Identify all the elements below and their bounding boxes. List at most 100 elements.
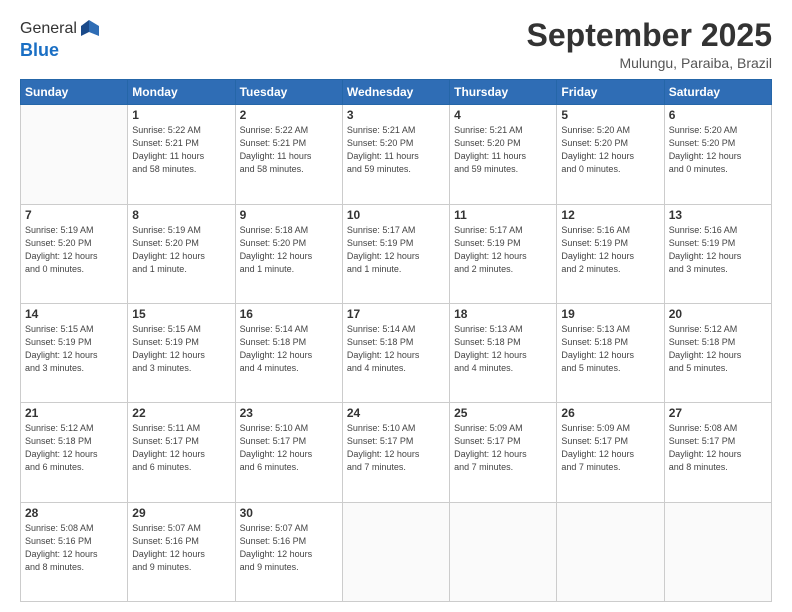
- day-number: 28: [25, 506, 123, 520]
- table-row: 5 Sunrise: 5:20 AM Sunset: 5:20 PM Daylig…: [557, 105, 664, 204]
- table-row: 23Sunrise: 5:10 AM Sunset: 5:17 PM Dayli…: [235, 403, 342, 502]
- logo: General Blue: [20, 18, 101, 61]
- day-number: 11: [454, 208, 552, 222]
- calendar-week-row: 7 Sunrise: 5:19 AM Sunset: 5:20 PM Daylig…: [21, 204, 772, 303]
- day-info: Sunrise: 5:16 AM Sunset: 5:19 PM Dayligh…: [561, 224, 659, 276]
- day-info: Sunrise: 5:07 AM Sunset: 5:16 PM Dayligh…: [132, 522, 230, 574]
- logo-general-text: General: [20, 20, 77, 38]
- day-info: Sunrise: 5:21 AM Sunset: 5:20 PM Dayligh…: [347, 124, 445, 176]
- day-number: 2: [240, 108, 338, 122]
- day-info: Sunrise: 5:19 AM Sunset: 5:20 PM Dayligh…: [132, 224, 230, 276]
- day-number: 7: [25, 208, 123, 222]
- day-info: Sunrise: 5:13 AM Sunset: 5:18 PM Dayligh…: [454, 323, 552, 375]
- col-thursday: Thursday: [450, 80, 557, 105]
- col-friday: Friday: [557, 80, 664, 105]
- day-info: Sunrise: 5:15 AM Sunset: 5:19 PM Dayligh…: [132, 323, 230, 375]
- table-row: 9 Sunrise: 5:18 AM Sunset: 5:20 PM Daylig…: [235, 204, 342, 303]
- calendar-week-row: 14 Sunrise: 5:15 AM Sunset: 5:19 PM Dayli…: [21, 303, 772, 402]
- day-info: Sunrise: 5:20 AM Sunset: 5:20 PM Dayligh…: [561, 124, 659, 176]
- day-info: Sunrise: 5:22 AM Sunset: 5:21 PM Dayligh…: [132, 124, 230, 176]
- day-number: 10: [347, 208, 445, 222]
- day-info: Sunrise: 5:12 AM Sunset: 5:18 PM Dayligh…: [669, 323, 767, 375]
- day-info: Sunrise: 5:07 AM Sunset: 5:16 PM Dayligh…: [240, 522, 338, 574]
- col-saturday: Saturday: [664, 80, 771, 105]
- table-row: [557, 502, 664, 601]
- table-row: 26 Sunrise: 5:09 AM Sunset: 5:17 PM Dayli…: [557, 403, 664, 502]
- day-info: Sunrise: 5:21 AM Sunset: 5:20 PM Dayligh…: [454, 124, 552, 176]
- table-row: 10 Sunrise: 5:17 AM Sunset: 5:19 PM Dayli…: [342, 204, 449, 303]
- day-number: 8: [132, 208, 230, 222]
- day-info: Sunrise: 5:10 AM Sunset: 5:17 PM Dayligh…: [240, 422, 338, 474]
- table-row: 15Sunrise: 5:15 AM Sunset: 5:19 PM Dayli…: [128, 303, 235, 402]
- table-row: 30 Sunrise: 5:07 AM Sunset: 5:16 PM Dayli…: [235, 502, 342, 601]
- col-sunday: Sunday: [21, 80, 128, 105]
- page: General Blue September 2025 Mulungu, Par…: [0, 0, 792, 612]
- table-row: 2 Sunrise: 5:22 AM Sunset: 5:21 PM Daylig…: [235, 105, 342, 204]
- table-row: 11Sunrise: 5:17 AM Sunset: 5:19 PM Dayli…: [450, 204, 557, 303]
- day-number: 3: [347, 108, 445, 122]
- calendar-week-row: 1 Sunrise: 5:22 AM Sunset: 5:21 PM Daylig…: [21, 105, 772, 204]
- day-number: 27: [669, 406, 767, 420]
- table-row: 27 Sunrise: 5:08 AM Sunset: 5:17 PM Dayli…: [664, 403, 771, 502]
- table-row: [450, 502, 557, 601]
- header: General Blue September 2025 Mulungu, Par…: [20, 18, 772, 71]
- day-info: Sunrise: 5:18 AM Sunset: 5:20 PM Dayligh…: [240, 224, 338, 276]
- table-row: 7 Sunrise: 5:19 AM Sunset: 5:20 PM Daylig…: [21, 204, 128, 303]
- table-row: 13Sunrise: 5:16 AM Sunset: 5:19 PM Dayli…: [664, 204, 771, 303]
- day-info: Sunrise: 5:19 AM Sunset: 5:20 PM Dayligh…: [25, 224, 123, 276]
- table-row: 18 Sunrise: 5:13 AM Sunset: 5:18 PM Dayli…: [450, 303, 557, 402]
- col-wednesday: Wednesday: [342, 80, 449, 105]
- day-number: 19: [561, 307, 659, 321]
- day-info: Sunrise: 5:10 AM Sunset: 5:17 PM Dayligh…: [347, 422, 445, 474]
- day-number: 25: [454, 406, 552, 420]
- table-row: [664, 502, 771, 601]
- day-number: 26: [561, 406, 659, 420]
- day-info: Sunrise: 5:17 AM Sunset: 5:19 PM Dayligh…: [347, 224, 445, 276]
- day-number: 29: [132, 506, 230, 520]
- table-row: 16Sunrise: 5:14 AM Sunset: 5:18 PM Dayli…: [235, 303, 342, 402]
- day-number: 22: [132, 406, 230, 420]
- day-info: Sunrise: 5:09 AM Sunset: 5:17 PM Dayligh…: [561, 422, 659, 474]
- day-number: 30: [240, 506, 338, 520]
- day-number: 17: [347, 307, 445, 321]
- day-info: Sunrise: 5:14 AM Sunset: 5:18 PM Dayligh…: [240, 323, 338, 375]
- table-row: 17 Sunrise: 5:14 AM Sunset: 5:18 PM Dayli…: [342, 303, 449, 402]
- day-info: Sunrise: 5:08 AM Sunset: 5:16 PM Dayligh…: [25, 522, 123, 574]
- table-row: 1 Sunrise: 5:22 AM Sunset: 5:21 PM Daylig…: [128, 105, 235, 204]
- table-row: 3 Sunrise: 5:21 AM Sunset: 5:20 PM Daylig…: [342, 105, 449, 204]
- table-row: 24Sunrise: 5:10 AM Sunset: 5:17 PM Dayli…: [342, 403, 449, 502]
- day-info: Sunrise: 5:22 AM Sunset: 5:21 PM Dayligh…: [240, 124, 338, 176]
- table-row: 21Sunrise: 5:12 AM Sunset: 5:18 PM Dayli…: [21, 403, 128, 502]
- day-number: 9: [240, 208, 338, 222]
- day-info: Sunrise: 5:12 AM Sunset: 5:18 PM Dayligh…: [25, 422, 123, 474]
- table-row: 8 Sunrise: 5:19 AM Sunset: 5:20 PM Daylig…: [128, 204, 235, 303]
- day-info: Sunrise: 5:08 AM Sunset: 5:17 PM Dayligh…: [669, 422, 767, 474]
- day-number: 20: [669, 307, 767, 321]
- calendar-table: Sunday Monday Tuesday Wednesday Thursday…: [20, 79, 772, 602]
- calendar-header-row: Sunday Monday Tuesday Wednesday Thursday…: [21, 80, 772, 105]
- table-row: 22 Sunrise: 5:11 AM Sunset: 5:17 PM Dayli…: [128, 403, 235, 502]
- day-info: Sunrise: 5:11 AM Sunset: 5:17 PM Dayligh…: [132, 422, 230, 474]
- day-info: Sunrise: 5:14 AM Sunset: 5:18 PM Dayligh…: [347, 323, 445, 375]
- table-row: [21, 105, 128, 204]
- col-monday: Monday: [128, 80, 235, 105]
- day-info: Sunrise: 5:09 AM Sunset: 5:17 PM Dayligh…: [454, 422, 552, 474]
- calendar-week-row: 21Sunrise: 5:12 AM Sunset: 5:18 PM Dayli…: [21, 403, 772, 502]
- day-number: 12: [561, 208, 659, 222]
- title-block: September 2025 Mulungu, Paraiba, Brazil: [527, 18, 772, 71]
- day-number: 14: [25, 307, 123, 321]
- day-number: 1: [132, 108, 230, 122]
- day-number: 18: [454, 307, 552, 321]
- col-tuesday: Tuesday: [235, 80, 342, 105]
- calendar-week-row: 28 Sunrise: 5:08 AM Sunset: 5:16 PM Dayli…: [21, 502, 772, 601]
- day-info: Sunrise: 5:20 AM Sunset: 5:20 PM Dayligh…: [669, 124, 767, 176]
- table-row: 14Sunrise: 5:15 AM Sunset: 5:19 PM Dayli…: [21, 303, 128, 402]
- table-row: [342, 502, 449, 601]
- table-row: 29 Sunrise: 5:07 AM Sunset: 5:16 PM Dayli…: [128, 502, 235, 601]
- location-subtitle: Mulungu, Paraiba, Brazil: [527, 55, 772, 71]
- day-number: 5: [561, 108, 659, 122]
- table-row: 19Sunrise: 5:13 AM Sunset: 5:18 PM Dayli…: [557, 303, 664, 402]
- table-row: 20 Sunrise: 5:12 AM Sunset: 5:18 PM Dayli…: [664, 303, 771, 402]
- table-row: 25 Sunrise: 5:09 AM Sunset: 5:17 PM Dayli…: [450, 403, 557, 502]
- month-title: September 2025: [527, 18, 772, 53]
